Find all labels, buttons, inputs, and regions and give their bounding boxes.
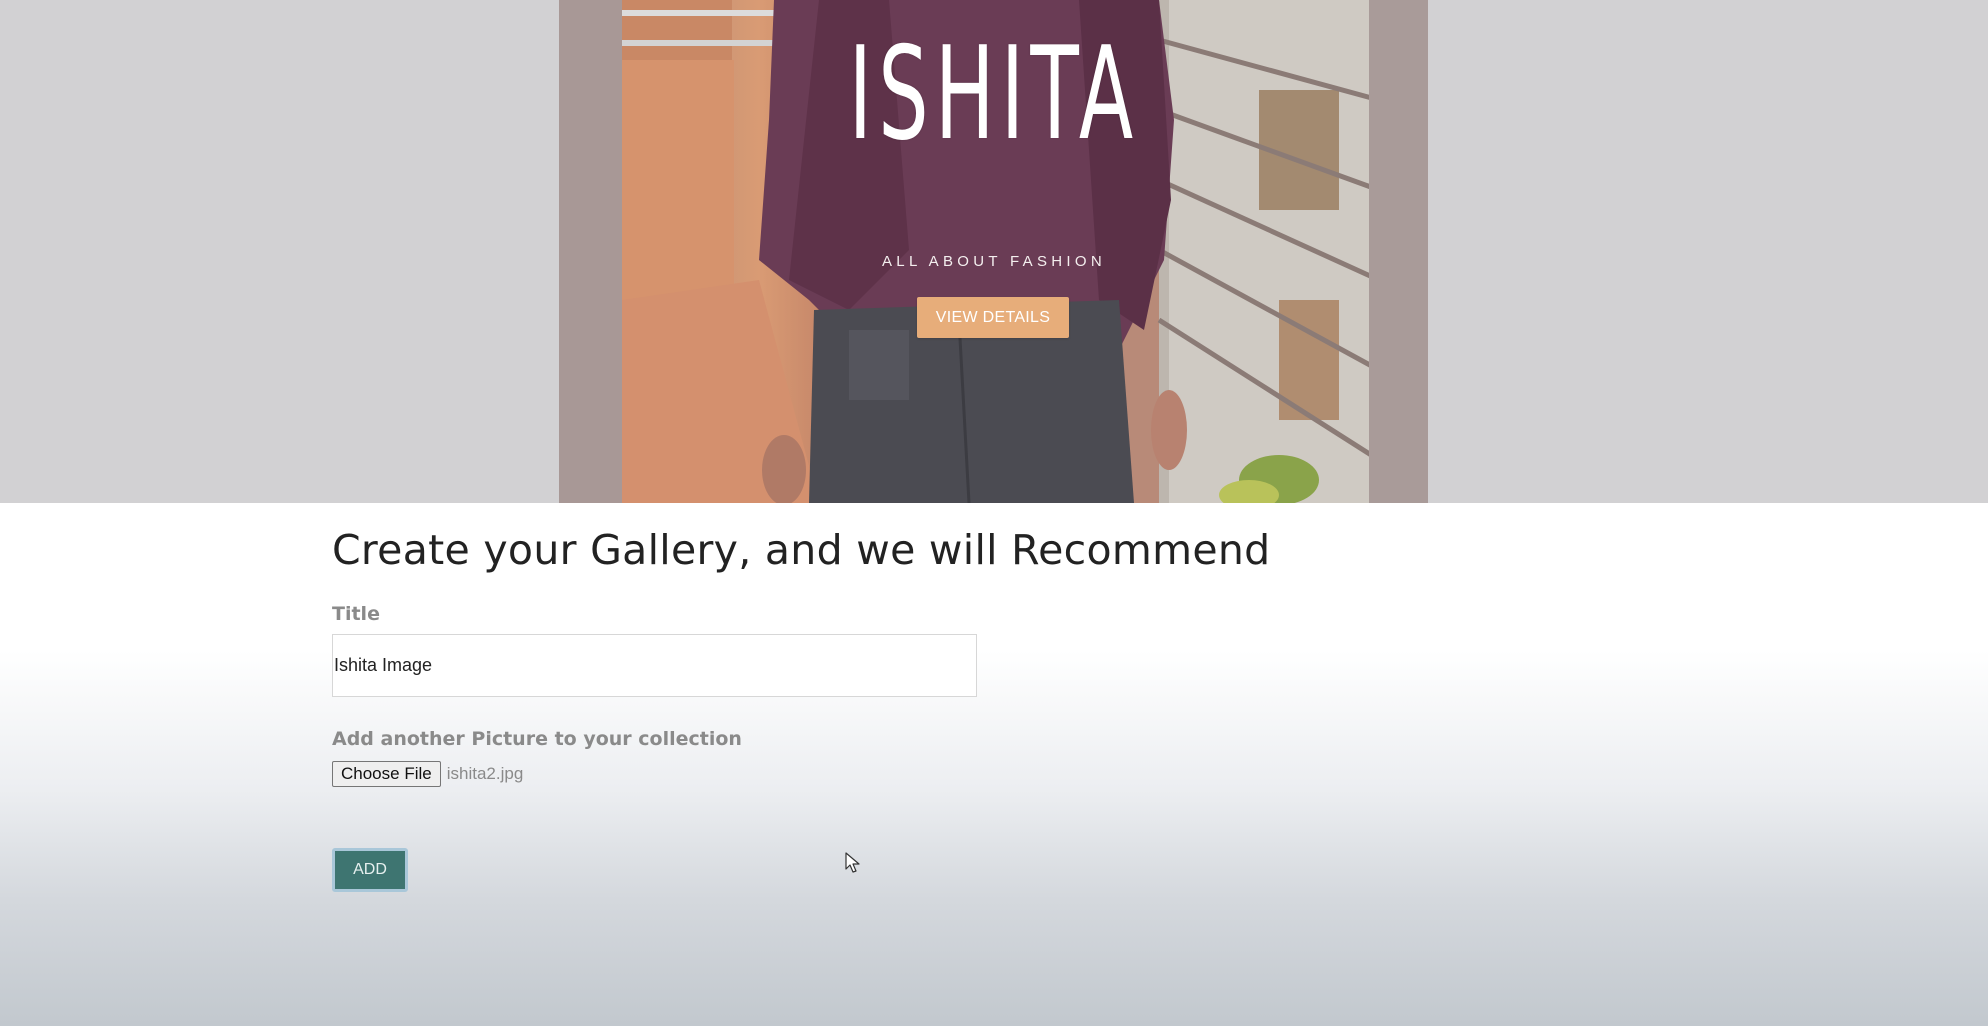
picture-label: Add another Picture to your collection <box>332 728 742 750</box>
hero-subtitle: ALL ABOUT FASHION <box>882 253 1106 270</box>
hero-title: ISHITA <box>848 20 1140 169</box>
file-input[interactable]: Choose File ishita2.jpg <box>332 761 523 787</box>
title-label: Title <box>332 603 380 625</box>
view-details-button[interactable]: VIEW DETAILS <box>917 297 1069 338</box>
selected-file-name: ishita2.jpg <box>446 764 524 783</box>
choose-file-button[interactable]: Choose File <box>332 761 441 787</box>
title-input[interactable] <box>332 634 977 697</box>
page-title: Create your Gallery, and we will Recomme… <box>332 526 1271 574</box>
mouse-pointer-icon <box>845 852 860 873</box>
add-button[interactable]: ADD <box>332 848 408 892</box>
